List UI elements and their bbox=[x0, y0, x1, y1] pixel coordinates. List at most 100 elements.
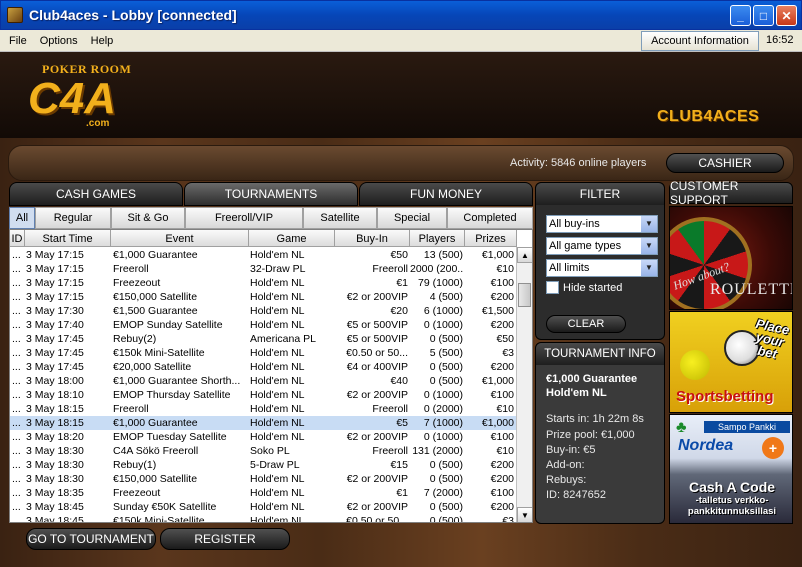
bank-ad[interactable]: ♣ Sampo Pankki Nordea + Cash A Code -tal… bbox=[669, 414, 793, 524]
subtab-freeroll-vip[interactable]: Freeroll/VIP bbox=[185, 207, 303, 229]
cell-id: ... bbox=[12, 487, 21, 499]
cell-start-time: 3 May 17:15 bbox=[26, 277, 84, 289]
cell-event: €20,000 Satellite bbox=[113, 361, 192, 373]
table-row[interactable]: ... 3 May 18:30 Rebuy(1) 5-Draw PL €15 0 (500… bbox=[10, 458, 517, 472]
table-row[interactable]: ... 3 May 17:45 €150k Mini-Satellite Hold'e… bbox=[10, 346, 517, 360]
cell-game: Hold'em NL bbox=[250, 389, 305, 401]
table-row[interactable]: ... 3 May 17:15 €1,000 Guarantee Hold'em NL… bbox=[10, 248, 517, 262]
table-row[interactable]: ... 3 May 17:45 Rebuy(2) Americana PL €5 or … bbox=[10, 332, 517, 346]
table-row[interactable]: ... 3 May 17:30 €1,500 Guarantee Hold'em NL… bbox=[10, 304, 517, 318]
table-row[interactable]: ... 3 May 17:40 EMOP Sunday Satellite Hold'… bbox=[10, 318, 517, 332]
col-event[interactable]: Event bbox=[111, 230, 249, 247]
cell-players: 4 (500) bbox=[429, 291, 463, 303]
game-types-select[interactable]: All game types ▼ bbox=[546, 237, 658, 255]
minimize-button[interactable]: _ bbox=[730, 5, 751, 26]
clover-icon: ♣ bbox=[676, 419, 687, 436]
col-buy-in[interactable]: Buy-In bbox=[335, 230, 410, 247]
cell-prizes: €10 bbox=[496, 263, 514, 275]
tab-fun-money[interactable]: FUN MONEY bbox=[359, 182, 533, 206]
table-row[interactable]: ... 3 May 18:15 Freeroll Hold'em NL Freeroll… bbox=[10, 402, 517, 416]
chevron-down-icon[interactable]: ▼ bbox=[641, 260, 657, 276]
table-row[interactable]: ... 3 May 18:00 €1,000 Guarantee Shorth...… bbox=[10, 374, 517, 388]
cell-buy-in: Freeroll bbox=[372, 445, 408, 457]
menu-help[interactable]: Help bbox=[91, 35, 114, 47]
table-row[interactable]: ... 3 May 18:15 €1,000 Guarantee Hold'em NL… bbox=[10, 416, 517, 430]
menu-file[interactable]: File bbox=[9, 35, 27, 47]
table-row[interactable]: ... 3 May 18:35 Freezeout Hold'em NL €1 7 (20… bbox=[10, 486, 517, 500]
close-button[interactable]: ✕ bbox=[776, 5, 797, 26]
roulette-ad[interactable]: How about? ROULETTE bbox=[669, 206, 793, 310]
register-button[interactable]: REGISTER bbox=[160, 528, 290, 550]
buyins-select[interactable]: All buy-ins ▼ bbox=[546, 215, 658, 233]
sportsbetting-ad[interactable]: Place your bet Sportsbetting bbox=[669, 311, 793, 413]
table-scrollbar[interactable]: ▲ ▼ bbox=[516, 247, 532, 522]
table-row[interactable]: ... 3 May 17:15 Freezeout Hold'em NL €1 79 (1… bbox=[10, 276, 517, 290]
subtab-regular[interactable]: Regular bbox=[35, 207, 111, 229]
maximize-button[interactable]: □ bbox=[753, 5, 774, 26]
sampo-logo: Sampo Pankki bbox=[704, 421, 790, 433]
table-row[interactable]: ... 3 May 18:30 €150,000 Satellite Hold'em … bbox=[10, 472, 517, 486]
table-row[interactable]: ... 3 May 17:45 €20,000 Satellite Hold'em N… bbox=[10, 360, 517, 374]
cell-buy-in: €5 or 500VIP bbox=[346, 333, 408, 345]
col-id[interactable]: ID bbox=[10, 230, 25, 247]
table-row[interactable]: ... 3 May 18:30 C4A Sökö Freeroll Soko PL Fr… bbox=[10, 444, 517, 458]
cell-prizes: €50 bbox=[496, 333, 514, 345]
cell-id: ... bbox=[12, 291, 21, 303]
subtab-satellite[interactable]: Satellite bbox=[303, 207, 377, 229]
col-prizes[interactable]: Prizes bbox=[465, 230, 517, 247]
cell-prizes: €100 bbox=[490, 431, 514, 443]
cell-start-time: 3 May 18:20 bbox=[26, 431, 84, 443]
cell-prizes: €100 bbox=[490, 389, 514, 401]
cell-event: Rebuy(1) bbox=[113, 459, 157, 471]
chevron-down-icon[interactable]: ▼ bbox=[641, 238, 657, 254]
cell-game: 5-Draw PL bbox=[250, 459, 300, 471]
cashier-button[interactable]: CASHIER bbox=[666, 153, 784, 173]
hide-started-row[interactable]: Hide started bbox=[546, 281, 622, 294]
menu-options[interactable]: Options bbox=[40, 35, 78, 47]
cell-prizes: €100 bbox=[490, 277, 514, 289]
tennis-ball-icon bbox=[680, 350, 710, 380]
scroll-up-icon[interactable]: ▲ bbox=[517, 247, 532, 263]
col-game[interactable]: Game bbox=[249, 230, 335, 247]
cell-id: ... bbox=[12, 263, 21, 275]
hide-started-checkbox[interactable] bbox=[546, 281, 559, 294]
cell-buy-in: €20 bbox=[390, 305, 408, 317]
table-row[interactable]: ... 3 May 18:45 €150k Mini-Satellite Hold'e… bbox=[10, 514, 517, 522]
subtab-sit-and-go[interactable]: Sit & Go bbox=[111, 207, 185, 229]
col-players[interactable]: Players bbox=[410, 230, 465, 247]
customer-support-button[interactable]: CUSTOMER SUPPORT bbox=[669, 179, 793, 207]
cell-prizes: €200 bbox=[490, 291, 514, 303]
scroll-down-icon[interactable]: ▼ bbox=[517, 507, 532, 522]
subtab-all[interactable]: All bbox=[9, 207, 35, 229]
app-icon bbox=[7, 7, 23, 23]
info-game: Hold'em NL bbox=[546, 387, 607, 399]
cell-players: 6 (1000) bbox=[423, 305, 463, 317]
table-row[interactable]: ... 3 May 17:15 €150,000 Satellite Hold'em … bbox=[10, 290, 517, 304]
scroll-thumb[interactable] bbox=[518, 283, 531, 307]
cell-event: €1,500 Guarantee bbox=[113, 305, 198, 317]
table-row[interactable]: ... 3 May 17:15 Freeroll 32-Draw PL Freeroll… bbox=[10, 262, 517, 276]
cell-prizes: €200 bbox=[490, 319, 514, 331]
cell-id: ... bbox=[12, 347, 21, 359]
cell-id: ... bbox=[12, 305, 21, 317]
cell-prizes: €200 bbox=[490, 459, 514, 471]
table-row[interactable]: ... 3 May 18:10 EMOP Thursday Satellite Hol… bbox=[10, 388, 517, 402]
table-row[interactable]: ... 3 May 18:20 EMOP Tuesday Satellite Hold… bbox=[10, 430, 517, 444]
cell-game: Hold'em NL bbox=[250, 305, 305, 317]
cell-prizes: €200 bbox=[490, 361, 514, 373]
table-row[interactable]: ... 3 May 18:45 Sunday €50K Satellite Hold'… bbox=[10, 500, 517, 514]
account-information-button[interactable]: Account Information bbox=[641, 31, 759, 51]
cell-id: ... bbox=[12, 501, 21, 513]
tab-tournaments[interactable]: TOURNAMENTS bbox=[184, 182, 358, 206]
subtab-special[interactable]: Special bbox=[377, 207, 447, 229]
clear-filter-button[interactable]: CLEAR bbox=[546, 315, 626, 333]
limits-select[interactable]: All limits ▼ bbox=[546, 259, 658, 277]
tab-cash-games[interactable]: CASH GAMES bbox=[9, 182, 183, 206]
subtab-completed[interactable]: Completed bbox=[447, 207, 533, 229]
cell-id: ... bbox=[12, 459, 21, 471]
cell-prizes: €1,000 bbox=[481, 417, 514, 429]
info-starts-in: Starts in: 1h 22m 8s bbox=[546, 413, 644, 425]
col-start-time[interactable]: Start Time bbox=[25, 230, 111, 247]
go-to-tournament-button[interactable]: GO TO TOURNAMENT bbox=[26, 528, 156, 550]
chevron-down-icon[interactable]: ▼ bbox=[641, 216, 657, 232]
